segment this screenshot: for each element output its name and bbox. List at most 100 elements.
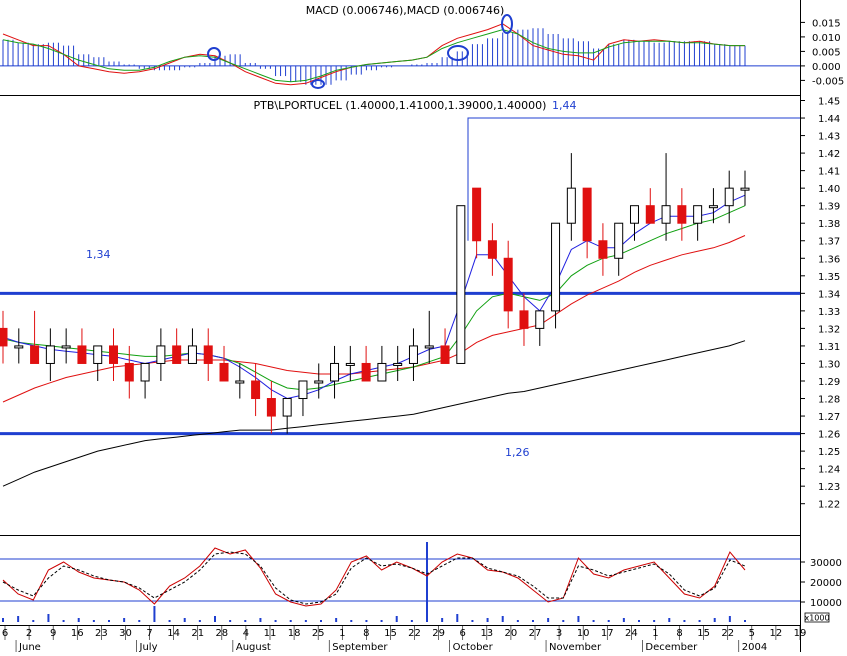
price-y-tick-label: 1.29 — [818, 377, 840, 388]
macd-y-tick-label: 0.000 — [812, 62, 841, 73]
candle-body — [614, 222, 624, 259]
candle-body — [282, 398, 292, 417]
x-month-label: 2004 — [742, 642, 767, 652]
candle-body — [172, 345, 182, 364]
price-y-tick-label: 1.34 — [818, 289, 840, 300]
oscillator-series-line — [2, 551, 746, 605]
candle-body — [693, 205, 703, 224]
oscillator-y-ticks: 30000 20000 10000 — [800, 558, 842, 609]
highlight-circle — [447, 45, 469, 61]
x-tick-label: 15 — [697, 628, 710, 639]
price-y-tick-label: 1.26 — [818, 430, 840, 441]
macd-title: MACD (0.006746),MACD (0.006746) — [306, 4, 505, 17]
x-tick-label: 6 — [460, 628, 466, 639]
x-tick-label: 18 — [288, 628, 301, 639]
price-y-tick-label: 1.38 — [818, 219, 840, 230]
x-month-label: October — [453, 642, 494, 652]
candle-body — [45, 345, 55, 364]
candle-body — [551, 222, 561, 312]
candle-body — [598, 240, 608, 259]
x-tick-label: 12 — [770, 628, 783, 639]
price-y-tick-label: 1.39 — [818, 202, 840, 213]
price-y-tick-label: 1.30 — [818, 359, 840, 370]
candle-body — [156, 345, 166, 364]
x-tick-label: 20 — [505, 628, 518, 639]
candle-body — [708, 205, 718, 209]
candle-body — [251, 380, 261, 400]
price-y-tick-label: 1.37 — [818, 237, 840, 248]
price-panel: PTB\LPORTUCEL (1.40000,1.41000,1.39000,1… — [0, 97, 840, 511]
x-tick-label: 7 — [146, 628, 152, 639]
annotation-1-44: 1,44 — [552, 99, 577, 112]
candle-body — [424, 345, 434, 349]
x-tick-label: 2 — [26, 628, 32, 639]
x-tick-label: 11 — [264, 628, 277, 639]
x-tick-label: 16 — [71, 628, 84, 639]
annotation-1-26: 1,26 — [505, 446, 530, 459]
price-y-tick-label: 1.35 — [818, 272, 840, 283]
highlight-circle — [207, 47, 221, 61]
x-tick-label: 4 — [243, 628, 249, 639]
x-month-label: December — [645, 642, 698, 652]
price-horizontal-lines — [0, 117, 800, 436]
x-tick-label: 15 — [384, 628, 397, 639]
oscillator-y-tick-label: 20000 — [810, 578, 842, 589]
candle-body — [93, 345, 103, 364]
candle-body — [0, 327, 8, 347]
x-tick-label: 21 — [191, 628, 204, 639]
candle-body — [219, 362, 229, 382]
x-tick-label: 30 — [119, 628, 132, 639]
candle-body — [30, 345, 40, 364]
candle-body — [124, 362, 134, 382]
volume-bars — [2, 542, 746, 622]
candle-body — [456, 205, 466, 364]
candle-body — [740, 187, 750, 191]
candle-body — [77, 345, 87, 364]
candle-body — [235, 380, 245, 384]
candle-body — [266, 398, 276, 417]
annotation-1-34: 1,34 — [86, 248, 111, 261]
price-y-tick-label: 1.22 — [818, 500, 840, 511]
macd-panel: MACD (0.006746),MACD (0.006746) 0.0150.0… — [0, 4, 844, 89]
price-y-tick-label: 1.42 — [818, 149, 840, 160]
x-tick-label: 1 — [339, 628, 345, 639]
price-y-tick-label: 1.27 — [818, 412, 840, 423]
macd-y-tick-label: -0.005 — [812, 76, 844, 87]
price-y-tick-label: 1.45 — [818, 97, 840, 108]
unit-label: x1000 — [804, 614, 829, 623]
x-month-label: July — [139, 642, 158, 652]
x-month-label: November — [549, 642, 602, 652]
price-moving-averages — [2, 194, 746, 487]
candle-body — [535, 310, 545, 329]
candle-body — [661, 205, 671, 224]
x-tick-label: 25 — [312, 628, 325, 639]
x-axis-months: June July August September October November De… — [15, 640, 767, 653]
chart-stage: MACD (0.006746),MACD (0.006746) 0.015 0.0… — [0, 0, 847, 653]
price-y-tick-label: 1.36 — [818, 254, 840, 265]
x-tick-label: 28 — [215, 628, 228, 639]
candle-body — [109, 345, 119, 364]
x-tick-label: 8 — [363, 628, 369, 639]
candle-body — [503, 257, 513, 312]
candle-body — [582, 187, 592, 242]
moving-average-line — [2, 194, 746, 400]
x-tick-label: 13 — [480, 628, 493, 639]
x-tick-label: 22 — [408, 628, 421, 639]
highlight-circle — [311, 79, 325, 89]
x-month-label: August — [236, 642, 271, 652]
candle-body — [361, 362, 371, 382]
x-month-label: September — [332, 642, 388, 652]
candle-body — [440, 345, 450, 364]
oscillator-y-tick-label: 30000 — [810, 558, 842, 569]
price-y-tick-label: 1.32 — [818, 324, 840, 335]
candle-body — [314, 380, 324, 384]
price-annotations: 1,44 1,34 1,26 — [86, 99, 577, 459]
x-tick-label: 9 — [50, 628, 56, 639]
candle-body — [14, 345, 24, 349]
price-y-ticks: 1.45 1.44 1.43 1.42 1.41 1.40 1.39 1.38 1.37 1.36… — [800, 97, 840, 511]
macd-y-ticks: 0.015 0.010 0.005 0.000 -0.005 — [800, 18, 844, 87]
macd-highlight-circles — [207, 14, 513, 89]
macd-title-part-2: MACD (0.006746) — [407, 4, 505, 17]
candle-body — [187, 345, 197, 364]
price-y-tick-label: 1.44 — [818, 114, 840, 125]
